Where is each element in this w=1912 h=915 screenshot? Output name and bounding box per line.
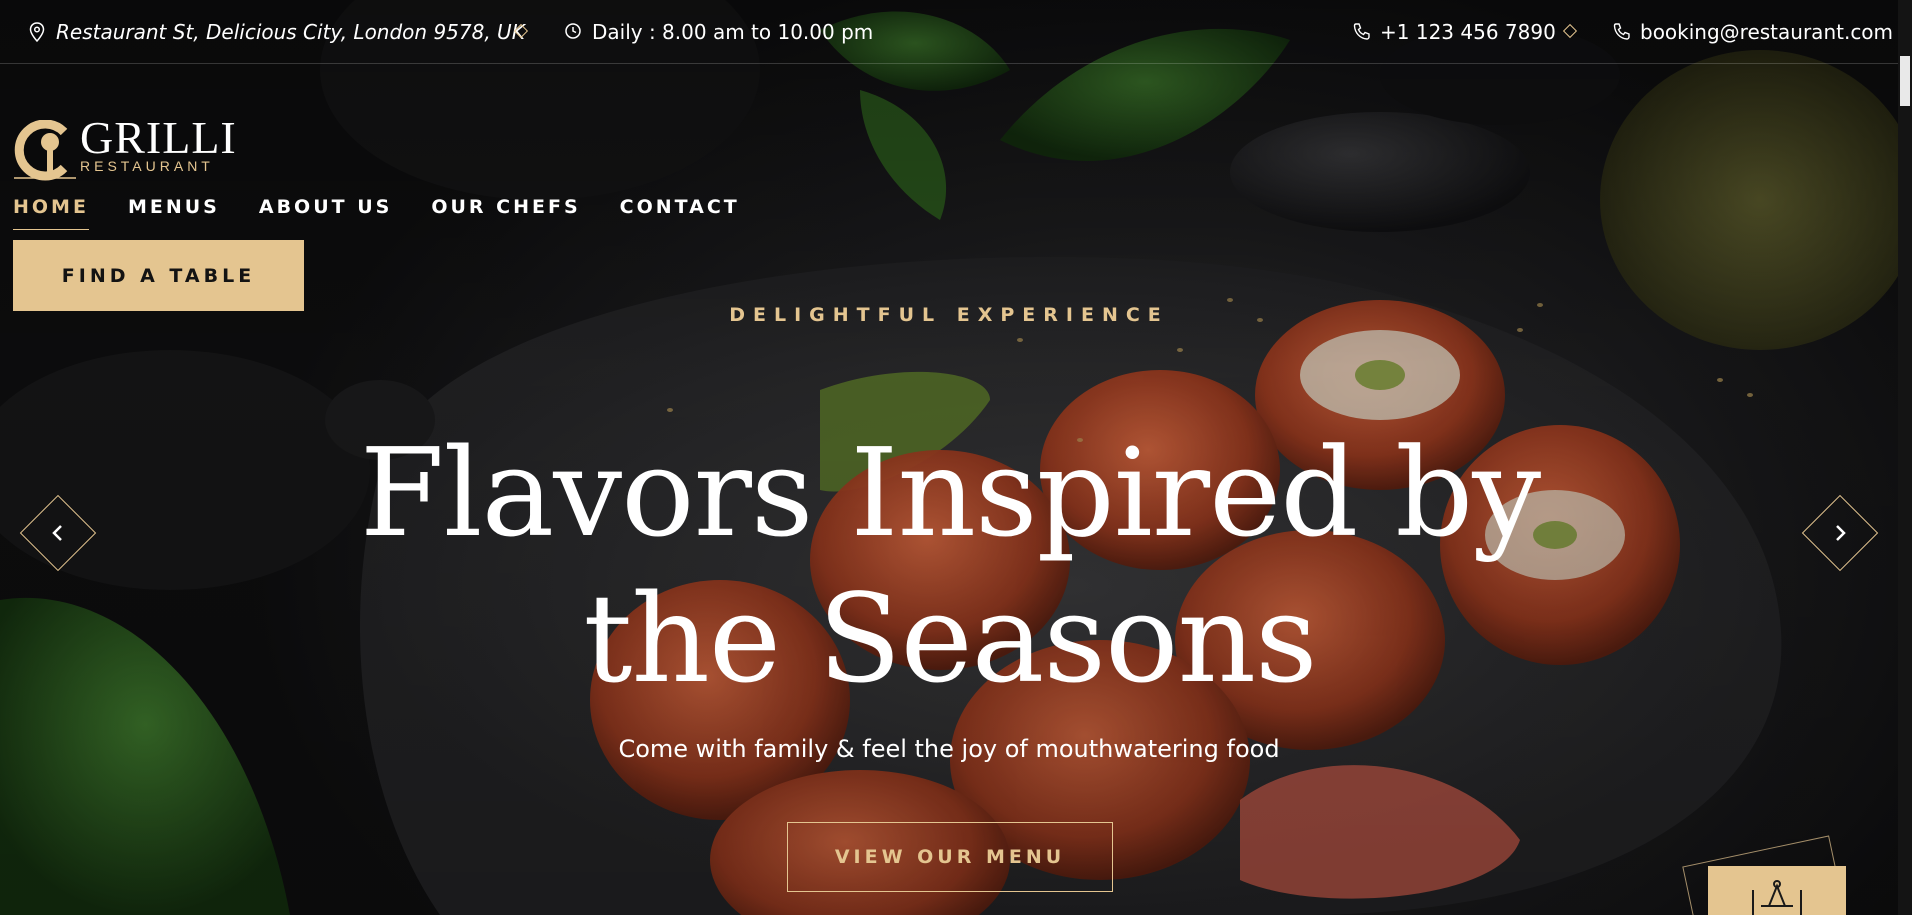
phone-icon xyxy=(1353,23,1370,40)
hours-text: Daily : 8.00 am to 10.00 pm xyxy=(592,20,874,44)
view-our-menu-button[interactable]: VIEW OUR MENU xyxy=(787,822,1113,892)
chevron-left-icon xyxy=(52,525,62,541)
slider-next-button[interactable] xyxy=(1801,494,1879,572)
nav-item-contact[interactable]: CONTACT xyxy=(620,196,740,218)
find-a-table-button[interactable]: FIND A TABLE xyxy=(13,240,304,311)
nav-item-home[interactable]: HOME xyxy=(13,196,89,230)
separator-diamond xyxy=(1562,23,1578,39)
nav-item-about-us[interactable]: ABOUT US xyxy=(259,196,392,218)
book-table-badge[interactable] xyxy=(1708,866,1846,915)
hero-eyebrow: DELIGHTFUL EXPERIENCE xyxy=(729,304,1169,326)
hero-tagline: Come with family & feel the joy of mouth… xyxy=(618,735,1280,763)
hero-headline: Flavors Inspired by the Seasons xyxy=(340,420,1560,712)
email-info[interactable]: booking@restaurant.com xyxy=(1612,20,1893,44)
logo-plate-icon xyxy=(14,120,76,181)
chevron-right-icon xyxy=(1836,525,1846,541)
main-navigation: HOME MENUS ABOUT US OUR CHEFS CONTACT xyxy=(13,196,740,230)
nav-item-menus[interactable]: MENUS xyxy=(128,196,220,218)
location-pin-icon xyxy=(29,22,45,43)
phone-text[interactable]: +1 123 456 7890 xyxy=(1380,20,1556,44)
slider-prev-button[interactable] xyxy=(19,494,97,572)
headline-line-1: Flavors Inspired by xyxy=(359,422,1541,564)
logo-subtitle: RESTAURANT xyxy=(80,158,214,174)
scrollbar-thumb[interactable] xyxy=(1900,56,1910,106)
top-info-bar: Restaurant St, Delicious City, London 95… xyxy=(0,0,1912,64)
address-text: Restaurant St, Delicious City, London 95… xyxy=(56,20,525,44)
site-logo[interactable]: GRILLI RESTAURANT xyxy=(14,114,236,181)
address-info: Restaurant St, Delicious City, London 95… xyxy=(28,20,525,44)
phone-info[interactable]: +1 123 456 7890 xyxy=(1352,20,1556,44)
mail-icon xyxy=(1613,23,1630,40)
table-icon xyxy=(1752,880,1802,915)
hours-info: Daily : 8.00 am to 10.00 pm xyxy=(564,20,873,44)
email-text[interactable]: booking@restaurant.com xyxy=(1640,20,1893,44)
nav-item-our-chefs[interactable]: OUR CHEFS xyxy=(431,196,580,218)
logo-name: GRILLI xyxy=(80,112,237,163)
clock-icon xyxy=(565,23,581,39)
headline-line-2: the Seasons xyxy=(583,568,1317,710)
page-scrollbar[interactable] xyxy=(1898,0,1912,915)
